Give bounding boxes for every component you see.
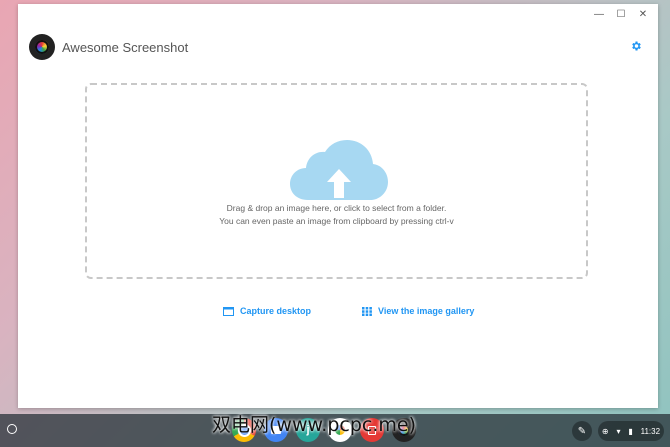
watermark-text: 双电网(www.pcpc.me)	[212, 414, 416, 436]
clock: 11:32	[640, 426, 661, 436]
battery-icon: ▮	[628, 426, 633, 436]
view-gallery-label: View the image gallery	[378, 306, 475, 316]
app-header: Awesome Screenshot	[29, 34, 188, 60]
view-gallery-button[interactable]: View the image gallery	[362, 306, 474, 316]
window-icon	[223, 306, 234, 316]
capture-desktop-label: Capture desktop	[240, 306, 312, 316]
close-button[interactable]: ✕	[634, 7, 652, 21]
maximize-button[interactable]: ☐	[612, 7, 630, 21]
grid-icon	[362, 306, 372, 316]
minimize-button[interactable]: —	[590, 7, 608, 21]
status-tray[interactable]: ⊕ ▾ ▮ 11:32	[598, 421, 664, 441]
dropzone-instructions-line2: You can even paste an image from clipboa…	[219, 216, 454, 226]
gear-icon[interactable]	[630, 39, 642, 55]
add-icon: ⊕	[601, 426, 609, 436]
upload-cloud-icon	[290, 140, 388, 205]
dropzone-instructions-line1: Drag & drop an image here, or click to s…	[226, 203, 447, 213]
app-window: — ☐ ✕ Awesome Screenshot Drag & drop an …	[18, 4, 658, 408]
wifi-icon: ▾	[616, 426, 621, 436]
window-controls: — ☐ ✕	[590, 7, 652, 21]
app-logo-icon	[29, 34, 55, 60]
app-title: Awesome Screenshot	[62, 39, 189, 55]
stylus-pen-icon[interactable]: ✎	[572, 421, 592, 441]
image-dropzone[interactable]: Drag & drop an image here, or click to s…	[85, 83, 588, 279]
launcher-icon[interactable]	[7, 424, 17, 434]
capture-desktop-button[interactable]: Capture desktop	[223, 306, 311, 316]
